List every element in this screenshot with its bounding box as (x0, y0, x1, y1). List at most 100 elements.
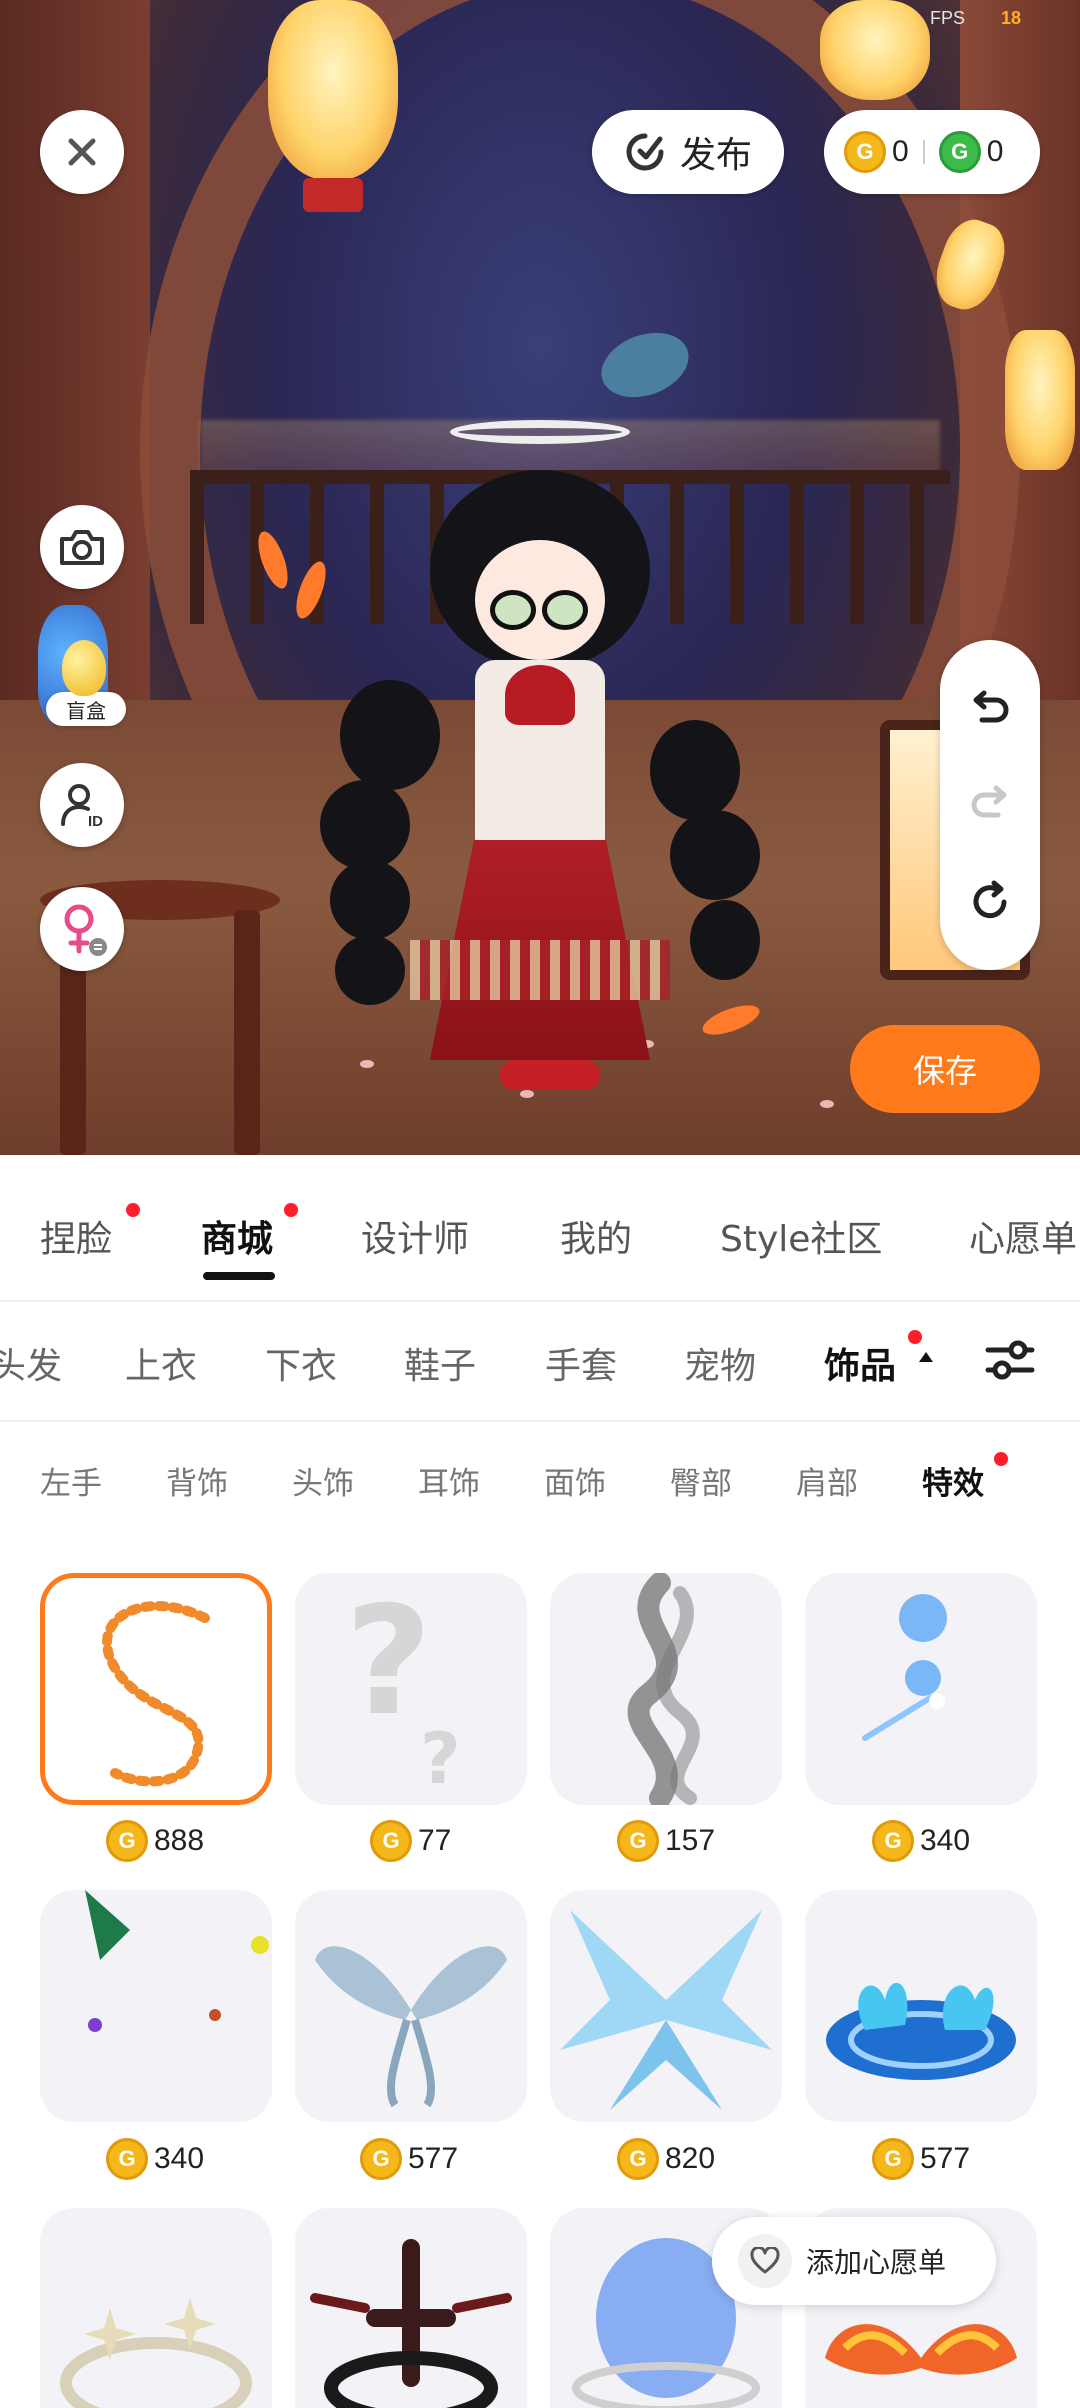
item-price: G 340 (872, 1817, 970, 1865)
green-coin-count: 0 (986, 135, 1004, 168)
subcategory-ear[interactable]: 耳饰 (418, 1458, 480, 1503)
shop-item-silver-wings[interactable] (295, 1890, 527, 2122)
close-icon (68, 138, 96, 166)
item-price: G 340 (106, 2135, 204, 2183)
tabs-divider (0, 1300, 1080, 1302)
avatar-shoes (500, 1060, 600, 1090)
tab-face[interactable]: 捏脸 (40, 1210, 112, 1262)
shop-item-ice-wings[interactable] (550, 1890, 782, 2122)
tab-designer[interactable]: 设计师 (361, 1210, 469, 1262)
subcategory-label: 肩部 (796, 1466, 858, 1502)
fps-counter: FPS 18 (930, 8, 1022, 28)
green-coin-icon: G (938, 131, 981, 173)
wishlist-label: 添加心愿单 (806, 2246, 947, 2279)
tab-label: 设计师 (361, 1219, 470, 1260)
subcategory-label: 特效 (922, 1466, 984, 1502)
avatar-character[interactable] (300, 380, 780, 1100)
gold-coin-icon: G (617, 1820, 659, 1862)
item-price: G 888 (106, 1817, 204, 1865)
silver-wings-icon (315, 1946, 507, 2108)
category-label: 下衣 (265, 1346, 338, 1387)
save-button[interactable]: 保存 (850, 1025, 1040, 1113)
tab-active-indicator (203, 1272, 275, 1280)
shop-item-fish-swirl[interactable] (40, 1573, 272, 1805)
shop-item-dark-thorn-halo[interactable] (295, 2208, 527, 2408)
undo-button[interactable] (940, 670, 1040, 750)
gold-coin-count: 0 (892, 135, 909, 168)
category-accessories[interactable]: 饰品 (824, 1337, 896, 1389)
publish-button[interactable]: 发布 (592, 110, 784, 194)
reset-button[interactable] (940, 862, 1040, 942)
price-value: 340 (154, 2142, 205, 2175)
blind-box-button[interactable]: 盲盒 (46, 692, 126, 726)
user-id-icon: ID (61, 784, 103, 830)
shop-item-white-flower-halo[interactable] (40, 2208, 272, 2408)
heart-icon (750, 2247, 780, 2274)
category-pets[interactable]: 宠物 (684, 1337, 756, 1389)
shop-item-blue-orbs[interactable] (805, 1573, 1037, 1805)
petal (820, 1100, 834, 1108)
item-price: G 157 (617, 1817, 715, 1865)
shop-item-blue-flame-circle[interactable] (805, 1890, 1037, 2122)
tab-mine[interactable]: 我的 (560, 1210, 632, 1262)
subcategory-face[interactable]: 面饰 (544, 1458, 606, 1503)
history-panel (940, 640, 1040, 970)
refresh-icon (973, 880, 1007, 919)
category-label: 上衣 (125, 1346, 198, 1387)
shop-item-mystery[interactable]: ? ? (295, 1573, 527, 1805)
svg-text:?: ? (420, 1718, 461, 1800)
lantern-left-cap (303, 178, 363, 212)
white-flower-halo-icon (60, 2298, 252, 2408)
camera-button[interactable] (40, 505, 124, 589)
currency-display[interactable]: G 0 G 0 (824, 110, 1040, 194)
price-value: 77 (418, 1824, 452, 1857)
fish-swirl-effect-icon (102, 1601, 210, 1787)
subcategory-hip[interactable]: 臀部 (670, 1458, 732, 1503)
redo-button[interactable] (940, 765, 1040, 845)
save-label: 保存 (912, 1052, 977, 1090)
item-price: G 77 (370, 1817, 451, 1865)
category-shoes[interactable]: 鞋子 (404, 1337, 476, 1389)
tab-mall[interactable]: 商城 (201, 1210, 273, 1262)
add-to-wishlist-button[interactable]: 添加心愿单 (712, 2217, 996, 2305)
tab-wishlist[interactable]: 心愿单 (969, 1210, 1080, 1262)
price-value: 340 (920, 1824, 971, 1857)
svg-text:?: ? (345, 1575, 432, 1749)
tab-face-dot (126, 1203, 140, 1217)
gender-switch-button[interactable] (40, 887, 124, 971)
gold-coin-icon: G (106, 1820, 148, 1862)
category-hair[interactable]: 头发 (0, 1337, 62, 1389)
close-button[interactable] (40, 110, 124, 194)
tab-label: 心愿单 (969, 1219, 1078, 1260)
avatar-halo (450, 420, 630, 444)
shop-item-butterflies[interactable] (40, 1890, 272, 2122)
avatar-glasses (480, 590, 600, 630)
dark-thorn-halo-icon (310, 2239, 512, 2408)
subcategory-label: 左手 (40, 1466, 102, 1502)
filter-button[interactable] (982, 1332, 1038, 1388)
subcategory-head[interactable]: 头饰 (292, 1458, 354, 1503)
subcategory-effects[interactable]: 特效 (922, 1458, 984, 1503)
price-value: 157 (665, 1824, 716, 1857)
category-top[interactable]: 上衣 (125, 1337, 197, 1389)
tab-style-community[interactable]: Style社区 (720, 1210, 882, 1262)
tab-mall-dot (284, 1203, 298, 1217)
category-bottom[interactable]: 下衣 (265, 1337, 337, 1389)
blind-box-egg-icon (62, 640, 106, 696)
item-price: G 577 (360, 2135, 458, 2183)
subcategory-label: 面饰 (544, 1466, 606, 1502)
subcategory-effects-dot (994, 1452, 1008, 1466)
tab-label: 我的 (560, 1219, 633, 1260)
price-value: 888 (154, 1824, 205, 1857)
category-label: 头发 (0, 1346, 62, 1387)
avatar-id-button[interactable]: ID (40, 763, 124, 847)
category-gloves[interactable]: 手套 (545, 1337, 617, 1389)
gold-coin-icon: G (360, 2138, 402, 2180)
subcategory-shoulder[interactable]: 肩部 (796, 1458, 858, 1503)
subcategory-label: 头饰 (292, 1466, 354, 1502)
shop-item-smoke[interactable] (550, 1573, 782, 1805)
subcategory-back[interactable]: 背饰 (166, 1458, 228, 1503)
lantern-far-right (1005, 330, 1075, 470)
subcategory-left-hand[interactable]: 左手 (40, 1458, 102, 1503)
avatar-bow (505, 665, 575, 725)
